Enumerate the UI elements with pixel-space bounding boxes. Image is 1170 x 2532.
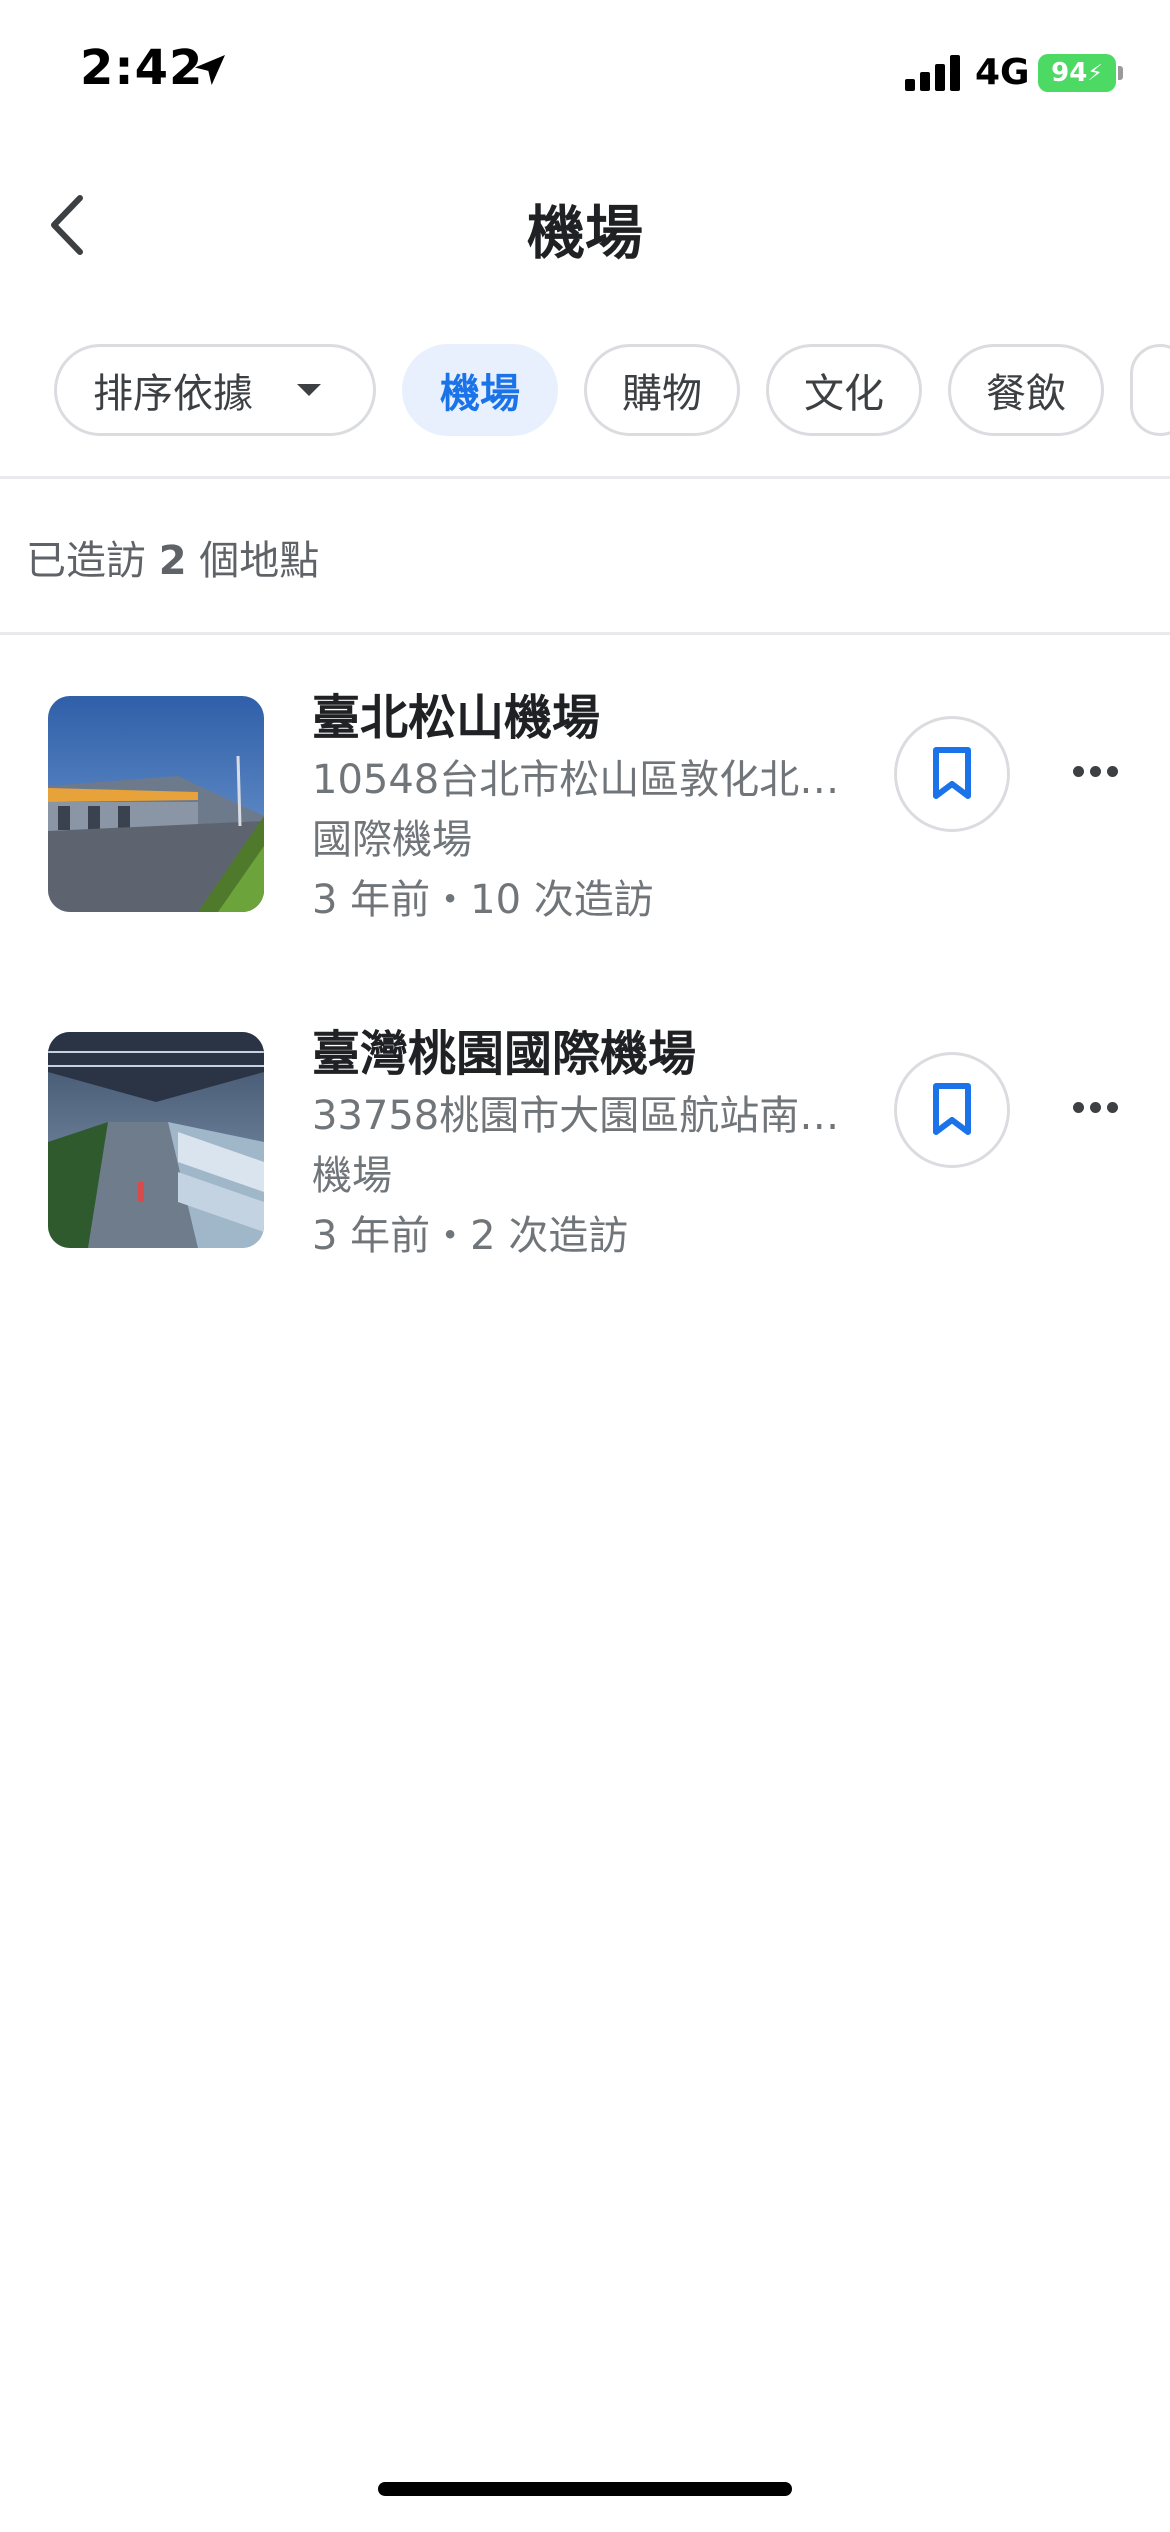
place-photo: [48, 1032, 264, 1248]
chip-airport[interactable]: 機場: [402, 344, 558, 436]
chip-label: 文化: [804, 371, 884, 417]
place-visits: 3 年前・2 次造訪: [312, 1213, 629, 1259]
more-dot: [1089, 765, 1101, 777]
more-dot: [1072, 765, 1084, 777]
bookmark-icon: [933, 1083, 971, 1135]
battery-charging-icon: 94 ⚡: [1038, 54, 1116, 92]
place-address: 33758桃園市大園區航站南路...: [312, 1093, 872, 1139]
more-dot: [1089, 1101, 1101, 1113]
status-bar: 2:42 4G 94 ⚡: [0, 0, 1170, 150]
more-dot: [1072, 1101, 1084, 1113]
visited-number: 2: [158, 538, 187, 584]
network-type: 4G: [975, 52, 1030, 93]
divider: [0, 476, 1170, 479]
chip-more[interactable]: [1130, 344, 1170, 436]
chip-dining[interactable]: 餐飲: [948, 344, 1104, 436]
more-options-button[interactable]: [1060, 736, 1130, 806]
dropdown-caret-icon: [297, 384, 321, 396]
list-item[interactable]: 臺灣桃園國際機場 33758桃園市大園區航站南路... 機場 3 年前・2 次造…: [0, 972, 1170, 1259]
more-dot: [1106, 765, 1118, 777]
battery-level: 94: [1051, 58, 1088, 88]
sort-label: 排序依據: [93, 371, 253, 417]
place-address: 10548台北市松山區敦化北路...: [312, 757, 872, 803]
place-photo: [48, 696, 264, 912]
chip-label: 購物: [622, 371, 702, 417]
more-options-button[interactable]: [1060, 1072, 1130, 1142]
divider: [0, 632, 1170, 635]
place-name: 臺灣桃園國際機場: [312, 1026, 697, 1082]
place-info: 臺北松山機場 10548台北市松山區敦化北路... 國際機場 3 年前・10 次…: [312, 686, 872, 930]
list-item[interactable]: 臺北松山機場 10548台北市松山區敦化北路... 國際機場 3 年前・10 次…: [0, 636, 1170, 923]
app-header: 機場: [0, 150, 1170, 300]
more-dot: [1106, 1101, 1118, 1113]
save-button[interactable]: [894, 1052, 1010, 1168]
battery-cap: [1118, 66, 1123, 80]
status-time: 2:42: [80, 40, 204, 96]
visited-count: 已造訪 2 個地點: [26, 528, 319, 586]
chip-culture[interactable]: 文化: [766, 344, 922, 436]
chip-shopping[interactable]: 購物: [584, 344, 740, 436]
home-indicator[interactable]: [378, 2482, 792, 2496]
filter-chips: 排序依據 機場 購物 文化 餐飲: [54, 344, 1170, 440]
sort-dropdown-chip[interactable]: 排序依據: [54, 344, 376, 436]
place-visits: 3 年前・10 次造訪: [312, 877, 654, 923]
visited-suffix: 個地點: [199, 538, 320, 584]
cellular-signal-icon: [905, 55, 960, 91]
chip-label: 機場: [440, 371, 520, 417]
save-button[interactable]: [894, 716, 1010, 832]
bookmark-icon: [933, 747, 971, 799]
place-category: 國際機場: [312, 817, 472, 863]
chip-label: 餐飲: [986, 371, 1066, 417]
visited-prefix: 已造訪: [26, 538, 146, 584]
location-arrow-icon: [195, 55, 225, 85]
place-info: 臺灣桃園國際機場 33758桃園市大園區航站南路... 機場 3 年前・2 次造…: [312, 1022, 872, 1266]
place-name: 臺北松山機場: [312, 690, 601, 746]
page-title: 機場: [526, 199, 643, 267]
place-category: 機場: [312, 1153, 392, 1199]
